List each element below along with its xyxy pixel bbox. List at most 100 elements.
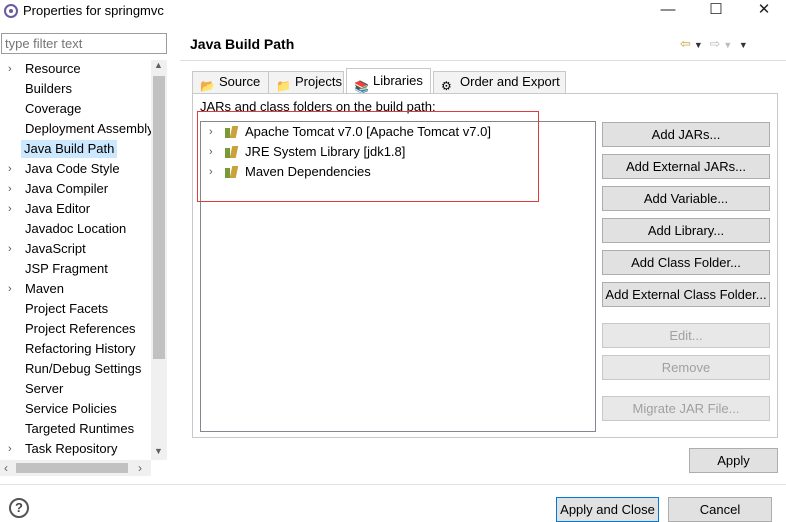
library-label: Apache Tomcat v7.0 [Apache Tomcat v7.0] <box>245 124 491 139</box>
library-label: JRE System Library [jdk1.8] <box>245 144 406 159</box>
expand-chevron-icon[interactable]: › <box>8 180 12 198</box>
apply-and-close-button[interactable]: Apply and Close <box>556 497 659 522</box>
nav-item-label: Builders <box>25 81 72 96</box>
expand-chevron-icon[interactable]: › <box>8 440 12 458</box>
scroll-right-icon[interactable]: › <box>138 461 142 475</box>
filter-input[interactable] <box>1 33 167 54</box>
property-page-tree: › Resource Builders Coverage Deployment Asse… <box>0 60 151 460</box>
migrate-jar-button[interactable]: Migrate JAR File... <box>602 396 770 421</box>
expand-chevron-icon[interactable]: › <box>209 143 213 161</box>
history-navigation: ⇦ ▼ ⇨ ▼ ▼ <box>680 36 751 52</box>
nav-item[interactable]: JSP Fragment <box>0 260 151 280</box>
tab-libraries-label: Libraries <box>373 73 423 88</box>
nav-item-label: JSP Fragment <box>25 261 108 276</box>
nav-item-label: Project Facets <box>25 301 109 316</box>
nav-item-label: Java Code Style <box>25 161 120 176</box>
nav-item-label: JavaScript <box>25 241 86 256</box>
nav-horizontal-scrollbar[interactable]: ‹ › <box>0 460 151 476</box>
nav-item-label: Java Compiler <box>25 181 109 196</box>
nav-item[interactable]: › Java Editor <box>0 200 151 220</box>
nav-item-label: Java Build Path <box>21 140 118 158</box>
nav-item-label: Run/Debug Settings <box>25 361 142 376</box>
forward-arrow-icon[interactable]: ⇨ <box>709 36 720 52</box>
nav-item-label: Maven <box>25 281 65 296</box>
expand-chevron-icon[interactable]: › <box>209 163 213 181</box>
add-library-button[interactable]: Add Library... <box>602 218 770 243</box>
expand-chevron-icon[interactable]: › <box>209 123 213 141</box>
back-dropdown-icon[interactable]: ▼ <box>694 40 703 50</box>
nav-item[interactable]: › Java Compiler <box>0 180 151 200</box>
library-icon <box>225 166 239 178</box>
nav-item[interactable]: Java Build Path <box>0 140 151 160</box>
scroll-up-icon[interactable]: ▲ <box>154 60 163 70</box>
cancel-button[interactable]: Cancel <box>668 497 772 522</box>
nav-item[interactable]: Builders <box>0 80 151 100</box>
nav-item[interactable]: Project Facets <box>0 300 151 320</box>
title-bar: Properties for springmvc — ☐ ✕ <box>0 0 786 24</box>
close-button[interactable]: ✕ <box>741 0 786 22</box>
tab-source[interactable]: 📂 Source <box>192 71 270 93</box>
library-label: Maven Dependencies <box>245 164 371 179</box>
add-external-class-folder-button[interactable]: Add External Class Folder... <box>602 282 770 307</box>
nav-item-label: Project References <box>25 321 136 336</box>
tab-projects-label: Projects <box>295 74 342 89</box>
scroll-thumb-horizontal[interactable] <box>16 463 128 473</box>
view-menu-icon[interactable]: ▼ <box>739 40 748 50</box>
libraries-tree[interactable]: › Apache Tomcat v7.0 [Apache Tomcat v7.0… <box>200 121 596 432</box>
add-external-jars-button[interactable]: Add External JARs... <box>602 154 770 179</box>
nav-item[interactable]: › Task Repository <box>0 440 151 460</box>
nav-item[interactable]: › Resource <box>0 60 151 80</box>
nav-item-label: Refactoring History <box>25 341 136 356</box>
nav-item-label: Deployment Assembly <box>25 121 151 136</box>
nav-vertical-scrollbar[interactable]: ▲ ▼ <box>151 60 167 460</box>
remove-button[interactable]: Remove <box>602 355 770 380</box>
nav-item[interactable]: Coverage <box>0 100 151 120</box>
nav-item[interactable]: Deployment Assembly <box>0 120 151 140</box>
nav-item-label: Task Repository <box>25 441 118 456</box>
jars-label: JARs and class folders on the build path… <box>200 99 436 114</box>
nav-item[interactable]: Project References <box>0 320 151 340</box>
nav-item[interactable]: Server <box>0 380 151 400</box>
scroll-down-icon[interactable]: ▼ <box>154 446 163 456</box>
back-arrow-icon[interactable]: ⇦ <box>680 36 691 52</box>
nav-item-label: Server <box>25 381 64 396</box>
nav-item[interactable]: › Java Code Style <box>0 160 151 180</box>
library-icon <box>225 126 239 138</box>
maximize-button[interactable]: ☐ <box>693 0 739 22</box>
nav-item-label: Coverage <box>25 101 82 116</box>
forward-dropdown-icon[interactable]: ▼ <box>723 40 732 50</box>
scroll-thumb[interactable] <box>153 76 165 359</box>
footer-divider <box>0 484 786 485</box>
tab-source-label: Source <box>219 74 261 89</box>
nav-item[interactable]: Service Policies <box>0 400 151 420</box>
expand-chevron-icon[interactable]: › <box>8 200 12 218</box>
nav-item[interactable]: Run/Debug Settings <box>0 360 151 380</box>
nav-item[interactable]: › JavaScript <box>0 240 151 260</box>
edit-button[interactable]: Edit... <box>602 323 770 348</box>
nav-item-label: Resource <box>25 61 81 76</box>
apply-button[interactable]: Apply <box>689 448 778 473</box>
tab-order-export[interactable]: ⚙ Order and Export <box>433 71 566 93</box>
nav-item-label: Targeted Runtimes <box>25 421 135 436</box>
minimize-button[interactable]: — <box>645 0 691 22</box>
tab-libraries[interactable]: 📚 Libraries <box>346 68 431 94</box>
tab-order-export-label: Order and Export <box>460 74 560 89</box>
nav-item[interactable]: Targeted Runtimes <box>0 420 151 440</box>
eclipse-app-icon <box>4 4 18 18</box>
add-class-folder-button[interactable]: Add Class Folder... <box>602 250 770 275</box>
help-icon[interactable]: ? <box>9 498 29 518</box>
page-title: Java Build Path <box>190 36 295 52</box>
add-jars-button[interactable]: Add JARs... <box>602 122 770 147</box>
tab-projects[interactable]: 📁 Projects <box>268 71 344 93</box>
expand-chevron-icon[interactable]: › <box>8 240 12 258</box>
nav-item[interactable]: Refactoring History <box>0 340 151 360</box>
add-variable-button[interactable]: Add Variable... <box>602 186 770 211</box>
nav-item[interactable]: Javadoc Location <box>0 220 151 240</box>
scroll-left-icon[interactable]: ‹ <box>4 461 8 475</box>
nav-item-label: Java Editor <box>25 201 91 216</box>
nav-item[interactable]: › Maven <box>0 280 151 300</box>
expand-chevron-icon[interactable]: › <box>8 280 12 298</box>
expand-chevron-icon[interactable]: › <box>8 60 12 78</box>
expand-chevron-icon[interactable]: › <box>8 160 12 178</box>
library-icon <box>225 146 239 158</box>
